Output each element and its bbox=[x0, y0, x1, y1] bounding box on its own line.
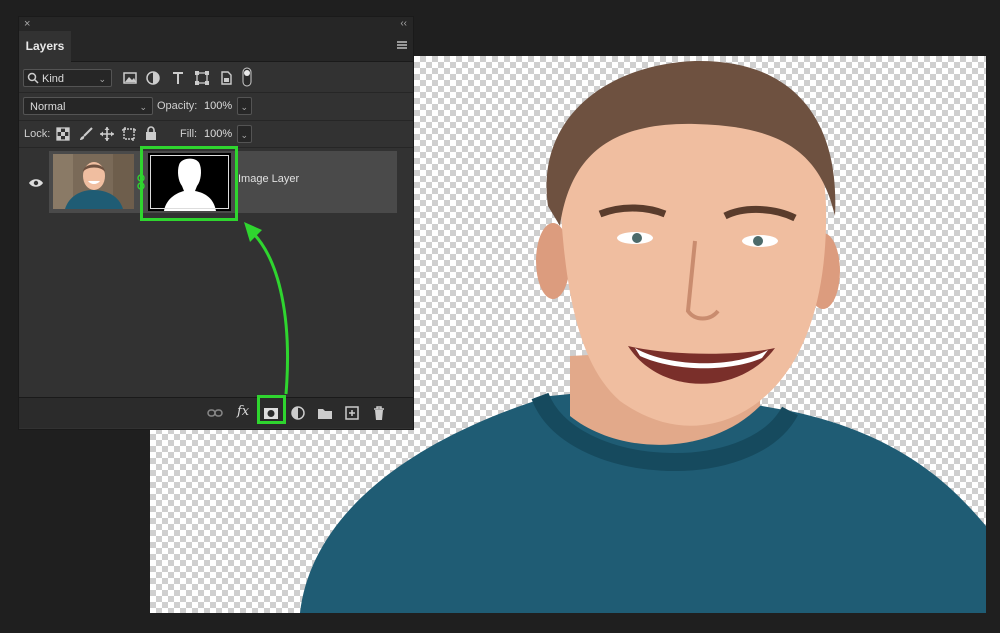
lock-position-icon[interactable] bbox=[99, 126, 115, 142]
tab-bar: Layers bbox=[19, 31, 413, 62]
folder-icon[interactable] bbox=[317, 405, 333, 421]
lock-label: Lock: bbox=[24, 128, 51, 140]
smart-object-filter-icon[interactable] bbox=[218, 70, 234, 86]
lock-artboard-icon[interactable] bbox=[121, 126, 137, 142]
panel-header: × ‹‹ bbox=[19, 17, 413, 31]
fill-label: Fill: bbox=[180, 128, 198, 140]
fill-value: 100% bbox=[204, 128, 233, 140]
close-icon[interactable]: × bbox=[24, 17, 30, 31]
collapse-icon[interactable]: ‹‹ bbox=[400, 17, 407, 31]
adjustment-filter-icon[interactable] bbox=[145, 70, 161, 86]
trash-icon[interactable] bbox=[371, 405, 387, 421]
layers-footer: fx bbox=[19, 395, 413, 428]
shape-filter-icon[interactable] bbox=[194, 70, 210, 86]
filter-kind-label: Kind bbox=[42, 73, 65, 85]
opacity-value: 100% bbox=[204, 100, 233, 112]
blend-mode-select[interactable]: Normal ⌄ bbox=[23, 97, 153, 115]
filter-toggle-icon[interactable] bbox=[242, 67, 252, 87]
chevron-down-icon: ⌄ bbox=[98, 74, 106, 84]
filter-kind-select[interactable]: Kind ⌄ bbox=[23, 69, 112, 87]
mask-highlight-box bbox=[140, 146, 238, 221]
image-filter-icon[interactable] bbox=[122, 70, 138, 86]
chevron-down-icon: ⌄ bbox=[139, 102, 147, 112]
eye-icon[interactable] bbox=[28, 178, 44, 188]
type-filter-icon[interactable] bbox=[170, 70, 186, 86]
divider bbox=[19, 120, 413, 121]
chevron-down-icon: ⌄ bbox=[240, 130, 248, 140]
add-mask-highlight-box bbox=[257, 395, 286, 424]
divider bbox=[19, 92, 413, 93]
layer-name[interactable]: Image Layer bbox=[238, 173, 299, 185]
layer-thumbnail[interactable] bbox=[53, 154, 134, 209]
opacity-dropdown[interactable]: ⌄ bbox=[237, 97, 252, 115]
link-icon[interactable] bbox=[207, 405, 223, 421]
lock-paint-icon[interactable] bbox=[78, 126, 94, 142]
layer-thumbnail-image bbox=[53, 154, 134, 209]
layers-panel: × ‹‹ Layers Kind ⌄ Normal ⌄ Opacity: 100… bbox=[18, 16, 414, 430]
lock-transparent-icon[interactable] bbox=[55, 126, 71, 142]
new-layer-icon[interactable] bbox=[344, 405, 360, 421]
chevron-down-icon: ⌄ bbox=[240, 102, 248, 112]
fill-dropdown[interactable]: ⌄ bbox=[237, 125, 252, 143]
fx-icon[interactable]: fx bbox=[237, 404, 249, 419]
blend-mode-value: Normal bbox=[30, 101, 66, 113]
tab-layers[interactable]: Layers bbox=[19, 31, 71, 62]
adjustment-layer-icon[interactable] bbox=[290, 405, 306, 421]
opacity-label: Opacity: bbox=[157, 100, 198, 112]
lock-all-icon[interactable] bbox=[143, 125, 159, 141]
panel-menu-icon[interactable] bbox=[397, 41, 407, 49]
search-icon bbox=[27, 72, 39, 84]
